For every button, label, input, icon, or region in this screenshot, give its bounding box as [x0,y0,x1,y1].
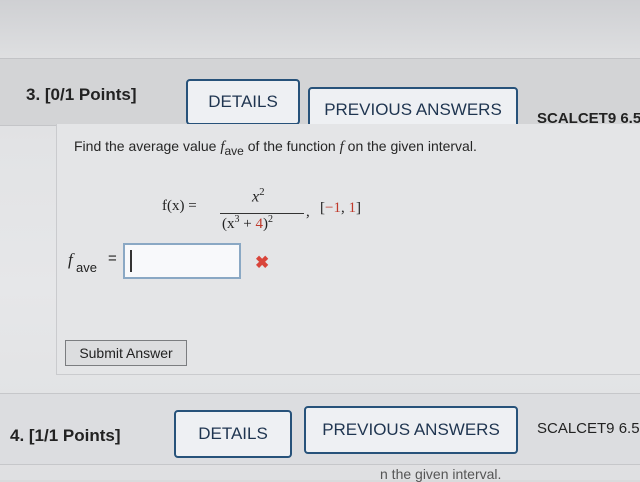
answer-label: f ave = [68,250,117,275]
numerator: x2 [252,186,265,206]
prompt-text-start: Find the average value [74,138,221,154]
incorrect-x-icon: ✖ [255,253,270,272]
browser-top-strip [0,0,640,58]
interval-close: ] [355,200,361,216]
question-4-previous-answers-button[interactable]: PREVIOUS ANSWERS [304,406,518,454]
question-3-number: 3. [0/1 Points] [26,85,137,104]
problem-prompt: Find the average value fave of the funct… [74,138,477,158]
numerator-exponent: 2 [259,186,265,198]
denominator: (x3 + 4)2 [222,214,273,233]
interval: [−1, 1] [320,200,361,217]
denominator-outer-exponent: 2 [267,214,273,225]
prompt-text-mid: of the function [243,138,340,154]
prompt-f-subscript: ave [224,144,244,158]
answer-input[interactable] [123,243,241,279]
answer-equals: = [108,250,117,267]
question-4-details-button[interactable]: DETAILS [174,410,292,458]
denominator-open: (x [222,216,235,232]
question-4-source: SCALCET9 6.5 [537,420,640,437]
interval-upper: 1 [348,200,356,216]
submit-answer-button[interactable]: Submit Answer [65,340,187,366]
question-3-details-button[interactable]: DETAILS [186,79,300,125]
denominator-constant: 4 [255,216,263,232]
question-4-number: 4. [1/1 Points] [10,426,121,445]
prompt-f: f [220,139,225,155]
interval-lower: −1 [325,200,341,216]
denominator-plus: + [239,216,256,232]
prompt-text-end: on the given interval. [343,138,477,154]
text-caret [130,250,132,272]
answer-label-f: f [68,250,73,269]
function-comma: , [306,204,310,220]
answer-label-subscript: ave [76,260,97,275]
function-lhs: f(x) = [162,198,197,214]
